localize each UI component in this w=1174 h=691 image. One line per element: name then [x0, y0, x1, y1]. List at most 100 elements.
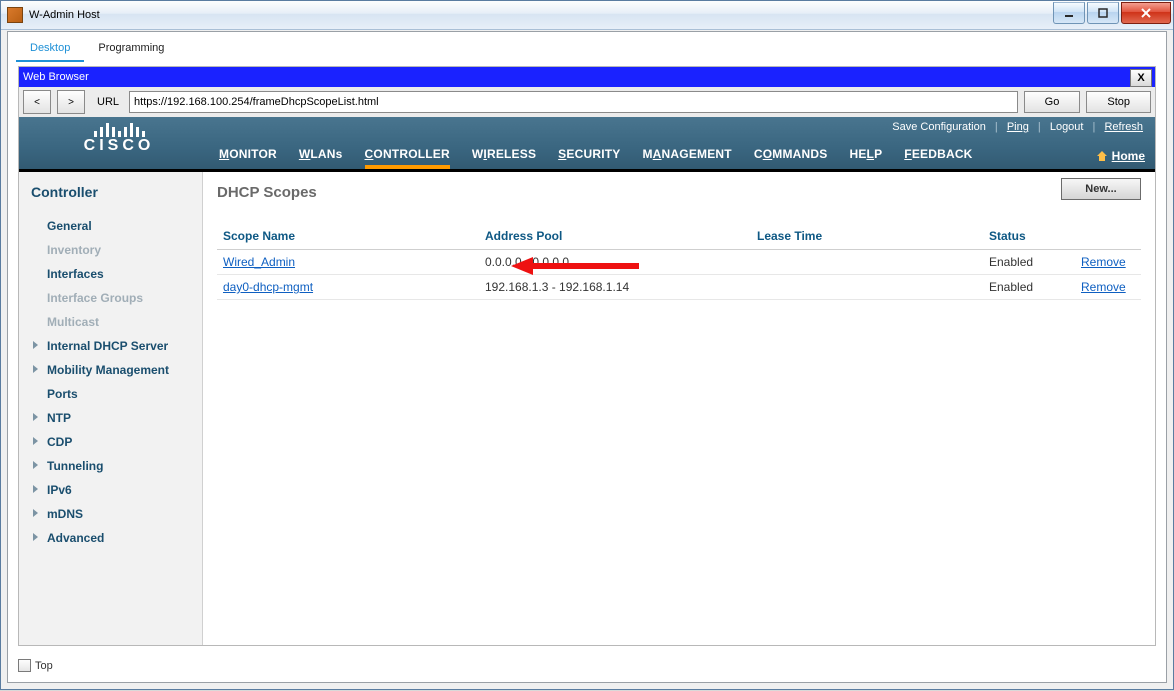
webbrowser-title: Web Browser: [23, 71, 89, 83]
cisco-bars-icon: [49, 119, 189, 137]
home-icon: [1096, 150, 1108, 162]
home-label: Home: [1112, 149, 1145, 163]
refresh-link[interactable]: Refresh: [1104, 121, 1143, 133]
sidebar-item-label: Tunneling: [47, 459, 103, 473]
tab-desktop[interactable]: Desktop: [16, 38, 84, 62]
sidebar-item-label: Mobility Management: [47, 363, 169, 377]
home-link[interactable]: Home: [1096, 149, 1145, 163]
window-buttons: [1053, 2, 1171, 24]
expand-triangle-icon: [33, 485, 38, 493]
remove-link[interactable]: Remove: [1081, 255, 1126, 269]
sidebar: Controller General Inventory Interfaces Int…: [19, 172, 203, 645]
sidebar-item[interactable]: CDP: [19, 430, 202, 454]
scope-name-link[interactable]: day0-dhcp-mgmt: [223, 280, 313, 294]
sidebar-item[interactable]: Inventory: [19, 238, 202, 262]
minimize-button[interactable]: [1053, 2, 1085, 24]
nav-controller[interactable]: CONTROLLER: [365, 147, 450, 169]
cell-lease: [751, 275, 983, 300]
cell-pool: 192.168.1.3 - 192.168.1.14: [479, 275, 751, 300]
go-button[interactable]: Go: [1024, 91, 1081, 113]
table-row: day0-dhcp-mgmt 192.168.1.3 - 192.168.1.14…: [217, 275, 1141, 300]
application-window: W-Admin Host Desktop Programming Web Bro…: [0, 0, 1174, 690]
expand-triangle-icon: [33, 509, 38, 517]
nav-commands[interactable]: COMMANDS: [754, 147, 828, 169]
expand-triangle-icon: [33, 341, 38, 349]
sidebar-item[interactable]: IPv6: [19, 478, 202, 502]
nav-wireless[interactable]: WIRELESS: [472, 147, 536, 169]
content-area: Controller General Inventory Interfaces Int…: [19, 172, 1155, 645]
maximize-icon: [1098, 8, 1108, 18]
sidebar-item[interactable]: Advanced: [19, 526, 202, 550]
back-button[interactable]: <: [23, 90, 51, 114]
new-button[interactable]: New...: [1061, 178, 1141, 200]
app-surface: Desktop Programming Web Browser X < > UR…: [7, 31, 1167, 683]
sidebar-item-label: Ports: [47, 387, 78, 401]
nav-management[interactable]: MANAGEMENT: [642, 147, 731, 169]
sidebar-item[interactable]: mDNS: [19, 502, 202, 526]
app-icon: [7, 7, 23, 23]
sidebar-item[interactable]: Interfaces: [19, 262, 202, 286]
top-checkbox[interactable]: [18, 659, 31, 672]
remove-link[interactable]: Remove: [1081, 280, 1126, 294]
panel-close-button[interactable]: X: [1130, 69, 1152, 87]
browser-panel: Web Browser X < > URL Go Stop: [18, 66, 1156, 646]
logout-link[interactable]: Logout: [1050, 121, 1084, 133]
url-label: URL: [91, 96, 123, 108]
sidebar-item-label: Inventory: [47, 243, 101, 257]
expand-triangle-icon: [33, 413, 38, 421]
save-config-link[interactable]: Save Configuration: [892, 121, 986, 133]
maximize-button[interactable]: [1087, 2, 1119, 24]
sidebar-item-label: mDNS: [47, 507, 83, 521]
window-title: W-Admin Host: [29, 9, 100, 21]
nav-feedback[interactable]: FEEDBACK: [904, 147, 972, 169]
sidebar-item[interactable]: Internal DHCP Server: [19, 334, 202, 358]
table-row: Wired_Admin 0.0.0.0 - 0.0.0.0 Enabled Remov…: [217, 250, 1141, 275]
subtabs: Desktop Programming: [16, 38, 178, 62]
stop-button[interactable]: Stop: [1086, 91, 1151, 113]
close-button[interactable]: [1121, 2, 1171, 24]
sidebar-item[interactable]: NTP: [19, 406, 202, 430]
sidebar-heading: Controller: [31, 184, 202, 200]
cell-pool: 0.0.0.0 - 0.0.0.0: [479, 250, 751, 275]
top-links: Save Configuration | Ping | Logout | Ref…: [890, 121, 1145, 133]
sidebar-item-label: General: [47, 219, 92, 233]
cell-lease: [751, 250, 983, 275]
tab-programming[interactable]: Programming: [84, 38, 178, 62]
sidebar-item[interactable]: Tunneling: [19, 454, 202, 478]
main-nav: MONITOR WLANs CONTROLLER WIRELESS SECURI…: [219, 141, 1155, 169]
sidebar-item[interactable]: Multicast: [19, 310, 202, 334]
sidebar-item-label: IPv6: [47, 483, 72, 497]
sidebar-item-label: Interfaces: [47, 267, 104, 281]
col-scope: Scope Name: [217, 225, 479, 250]
cisco-header: CISCO Save Configuration | Ping | Logout…: [19, 117, 1155, 169]
forward-button[interactable]: >: [57, 90, 85, 114]
nav-security[interactable]: SECURITY: [558, 147, 620, 169]
nav-wlans[interactable]: WLANs: [299, 147, 343, 169]
close-icon: [1140, 8, 1152, 18]
main-panel: DHCP Scopes New... Scope Name Address Po…: [203, 172, 1155, 645]
sidebar-item[interactable]: Ports: [19, 382, 202, 406]
nav-monitor[interactable]: MONITOR: [219, 147, 277, 169]
sidebar-item[interactable]: General: [19, 214, 202, 238]
cisco-logo: CISCO: [49, 119, 189, 155]
col-lease: Lease Time: [751, 225, 983, 250]
minimize-icon: [1064, 8, 1074, 18]
url-bar: < > URL Go Stop: [19, 87, 1155, 118]
sidebar-item-label: CDP: [47, 435, 72, 449]
table-header-row: Scope Name Address Pool Lease Time Statu…: [217, 225, 1141, 250]
sidebar-item[interactable]: Interface Groups: [19, 286, 202, 310]
col-pool: Address Pool: [479, 225, 751, 250]
sidebar-item-label: Multicast: [47, 315, 99, 329]
sidebar-item-label: Internal DHCP Server: [47, 339, 168, 353]
sidebar-item-label: Interface Groups: [47, 291, 143, 305]
page-title: DHCP Scopes: [217, 184, 1141, 201]
title-bar: W-Admin Host: [1, 1, 1173, 30]
expand-triangle-icon: [33, 461, 38, 469]
scope-name-link[interactable]: Wired_Admin: [223, 255, 295, 269]
expand-triangle-icon: [33, 365, 38, 373]
sidebar-item[interactable]: Mobility Management: [19, 358, 202, 382]
nav-help[interactable]: HELP: [849, 147, 882, 169]
ping-link[interactable]: Ping: [1007, 121, 1029, 133]
cell-status: Enabled: [983, 250, 1075, 275]
url-input[interactable]: [129, 91, 1018, 113]
